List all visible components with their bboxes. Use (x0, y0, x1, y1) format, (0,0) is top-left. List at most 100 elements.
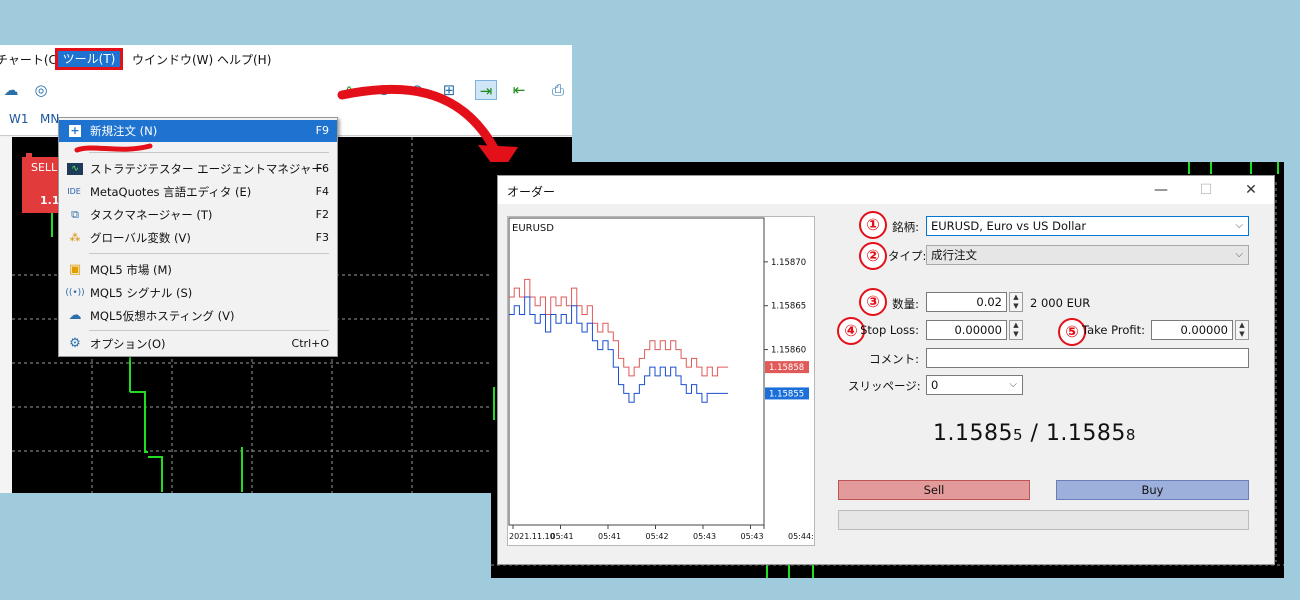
stop-loss-input[interactable]: 0.00000 (926, 320, 1007, 340)
market-bag-icon: ▣ (68, 262, 82, 277)
menu-window[interactable]: ウインドウ(W) (132, 51, 213, 68)
x-tick-label: 05:44:14 (788, 532, 814, 541)
volume-input[interactable]: 0.02 (926, 292, 1007, 312)
red-underline-mark (74, 143, 153, 153)
global-variables-icon: ⁂ (69, 231, 81, 244)
price-series-ask (509, 278, 728, 377)
order-progress-bar (838, 510, 1249, 530)
menu-item-label: MQL5仮想ホスティング (V) (90, 309, 235, 323)
menu-item-shortcut: F3 (315, 231, 329, 244)
ask-price: 1.1585 (1045, 421, 1126, 446)
annotation-badge-1: ① (859, 211, 887, 239)
menu-chart[interactable]: チャート(C) (0, 51, 62, 68)
signal-icon: ((•)) (65, 288, 85, 298)
menu-item-shortcut: F6 (315, 162, 329, 175)
menu-item-label: ストラテジテスター エージェントマネジャー (90, 162, 323, 176)
buy-button[interactable]: Buy (1056, 480, 1249, 500)
tick-chart-svg: EURUSD1.158701.158651.158602021.11.1005:… (508, 217, 824, 541)
ide-icon: IDE (67, 187, 81, 196)
menu-help[interactable]: ヘルプ(H) (217, 51, 271, 68)
tick-chart-title: EURUSD (512, 223, 554, 234)
menu-item-mql5-market[interactable]: ▣ MQL5 市場 (M) (59, 259, 337, 281)
bid-price: 1.1585 (933, 421, 1013, 446)
bid-price-pipette: 5 (1012, 426, 1024, 444)
menu-item-metaeditor[interactable]: IDE MetaQuotes 言語エディタ (E) F4 (59, 181, 337, 203)
menu-item-label: MetaQuotes 言語エディタ (E) (90, 185, 252, 199)
task-manager-icon: ⧉ (71, 208, 79, 221)
menu-item-shortcut: Ctrl+O (291, 337, 329, 350)
timeframe-w1[interactable]: W1 (9, 112, 29, 126)
price-separator: / (1023, 421, 1046, 446)
tick-chart: EURUSD 1.15870 1.15865 1.15860 2021.11.10 05:… (507, 216, 824, 546)
stop-loss-label: Stop Loss: (860, 323, 919, 337)
comment-label: コメント: (869, 352, 919, 366)
menu-separator (89, 253, 329, 254)
menu-item-new-order[interactable]: + 新規注文 (N) F9 (59, 120, 337, 142)
menu-separator (89, 152, 329, 153)
menu-item-task-manager[interactable]: ⧉ タスクマネージャー (T) F2 (59, 204, 337, 226)
add-signal-icon[interactable]: ◎ (30, 80, 52, 100)
tools-dropdown-menu: + 新規注文 (N) F9 ∿ ストラテジテスター エージェントマネジャー F6… (58, 117, 338, 357)
symbol-select[interactable]: EURUSD, Euro vs US Dollar ⌵ (926, 216, 1249, 236)
volume-label: 数量: (892, 297, 919, 311)
menu-separator (89, 330, 329, 331)
slippage-value: 0 (931, 378, 939, 392)
type-label: タイプ: (888, 249, 927, 263)
y-tick-label: 1.15870 (771, 258, 806, 268)
menu-item-global-variables[interactable]: ⁂ グローバル変数 (V) F3 (59, 227, 337, 249)
ask-price-pipette: 8 (1125, 426, 1136, 444)
take-profit-input[interactable]: 0.00000 (1151, 320, 1233, 340)
x-tick-label: 05:42 (646, 532, 669, 541)
menu-item-mql5-signals[interactable]: ((•)) MQL5 シグナル (S) (59, 282, 337, 304)
dialog-title-bar: オーダー — ☐ ✕ (498, 176, 1274, 204)
slippage-select[interactable]: 0 ⌵ (926, 375, 1023, 395)
gear-icon: ⚙ (69, 336, 81, 351)
minimize-icon[interactable]: — (1141, 178, 1181, 202)
cloud-icon[interactable]: ☁ (0, 80, 22, 100)
menu-item-mql5-hosting[interactable]: ☁ MQL5仮想ホスティング (V) (59, 305, 337, 327)
stop-loss-stepper[interactable]: ▲ ▼ (1009, 320, 1023, 340)
symbol-label: 銘柄: (892, 220, 919, 234)
bid-ask-price: 1.15855 / 1.15858 (933, 421, 1136, 446)
volume-stepper[interactable]: ▲ ▼ (1009, 292, 1023, 312)
menu-item-label: MQL5 市場 (M) (90, 263, 172, 277)
y-tick-label: 1.15860 (771, 346, 806, 356)
menu-item-shortcut: F4 (315, 185, 329, 198)
strategy-tester-icon: ∿ (67, 163, 83, 175)
menu-tools[interactable]: ツール(T) (55, 48, 123, 70)
cloud-hosting-icon: ☁ (68, 308, 82, 323)
menu-item-label: オプション(O) (90, 337, 166, 351)
type-value: 成行注文 (931, 248, 977, 262)
annotation-badge-2: ② (859, 242, 887, 270)
slippage-label: スリッページ: (848, 379, 921, 393)
maximize-icon: ☐ (1199, 182, 1213, 198)
menu-item-label: グローバル変数 (V) (90, 231, 191, 245)
dialog-title: オーダー (507, 185, 556, 199)
menu-item-shortcut: F2 (315, 208, 329, 221)
one-click-sell-label: SELL (31, 161, 58, 174)
take-profit-stepper[interactable]: ▲ ▼ (1235, 320, 1249, 340)
x-tick-label: 05:41 (551, 532, 574, 541)
x-tick-label: 2021.11.10 (509, 532, 555, 541)
menu-item-strategy-tester[interactable]: ∿ ストラテジテスター エージェントマネジャー F6 (59, 158, 337, 180)
screenshot-icon[interactable]: ⎙ (547, 80, 569, 100)
current-price-label: 1.15855 (769, 389, 804, 399)
y-tick-label: 1.15865 (771, 302, 806, 312)
x-tick-label: 05:43 (693, 532, 716, 541)
sell-button[interactable]: Sell (838, 480, 1030, 500)
order-dialog: オーダー — ☐ ✕ EURUSD 1.15870 1.15865 1.15860 20… (497, 175, 1275, 565)
menu-item-label: タスクマネージャー (T) (90, 208, 213, 222)
take-profit-label: Take Profit: (1082, 323, 1146, 337)
x-tick-label: 05:43 (741, 532, 764, 541)
close-icon[interactable]: ✕ (1231, 178, 1271, 202)
menu-item-label: MQL5 シグナル (S) (90, 286, 193, 300)
menu-item-options[interactable]: ⚙ オプション(O) Ctrl+O (59, 333, 337, 355)
menu-item-label: 新規注文 (N) (90, 124, 158, 138)
order-type-select[interactable]: 成行注文 ⌵ (926, 245, 1249, 265)
comment-input[interactable] (926, 348, 1249, 368)
tick-chart-frame (508, 217, 765, 526)
timeframe-mn[interactable]: MN (40, 112, 59, 126)
current-price-label: 1.15858 (769, 363, 804, 373)
menu-bar: チャート(C) ツール(T) ウインドウ(W) ヘルプ(H) (0, 45, 572, 76)
chevron-down-icon: ⌵ (1009, 379, 1017, 390)
